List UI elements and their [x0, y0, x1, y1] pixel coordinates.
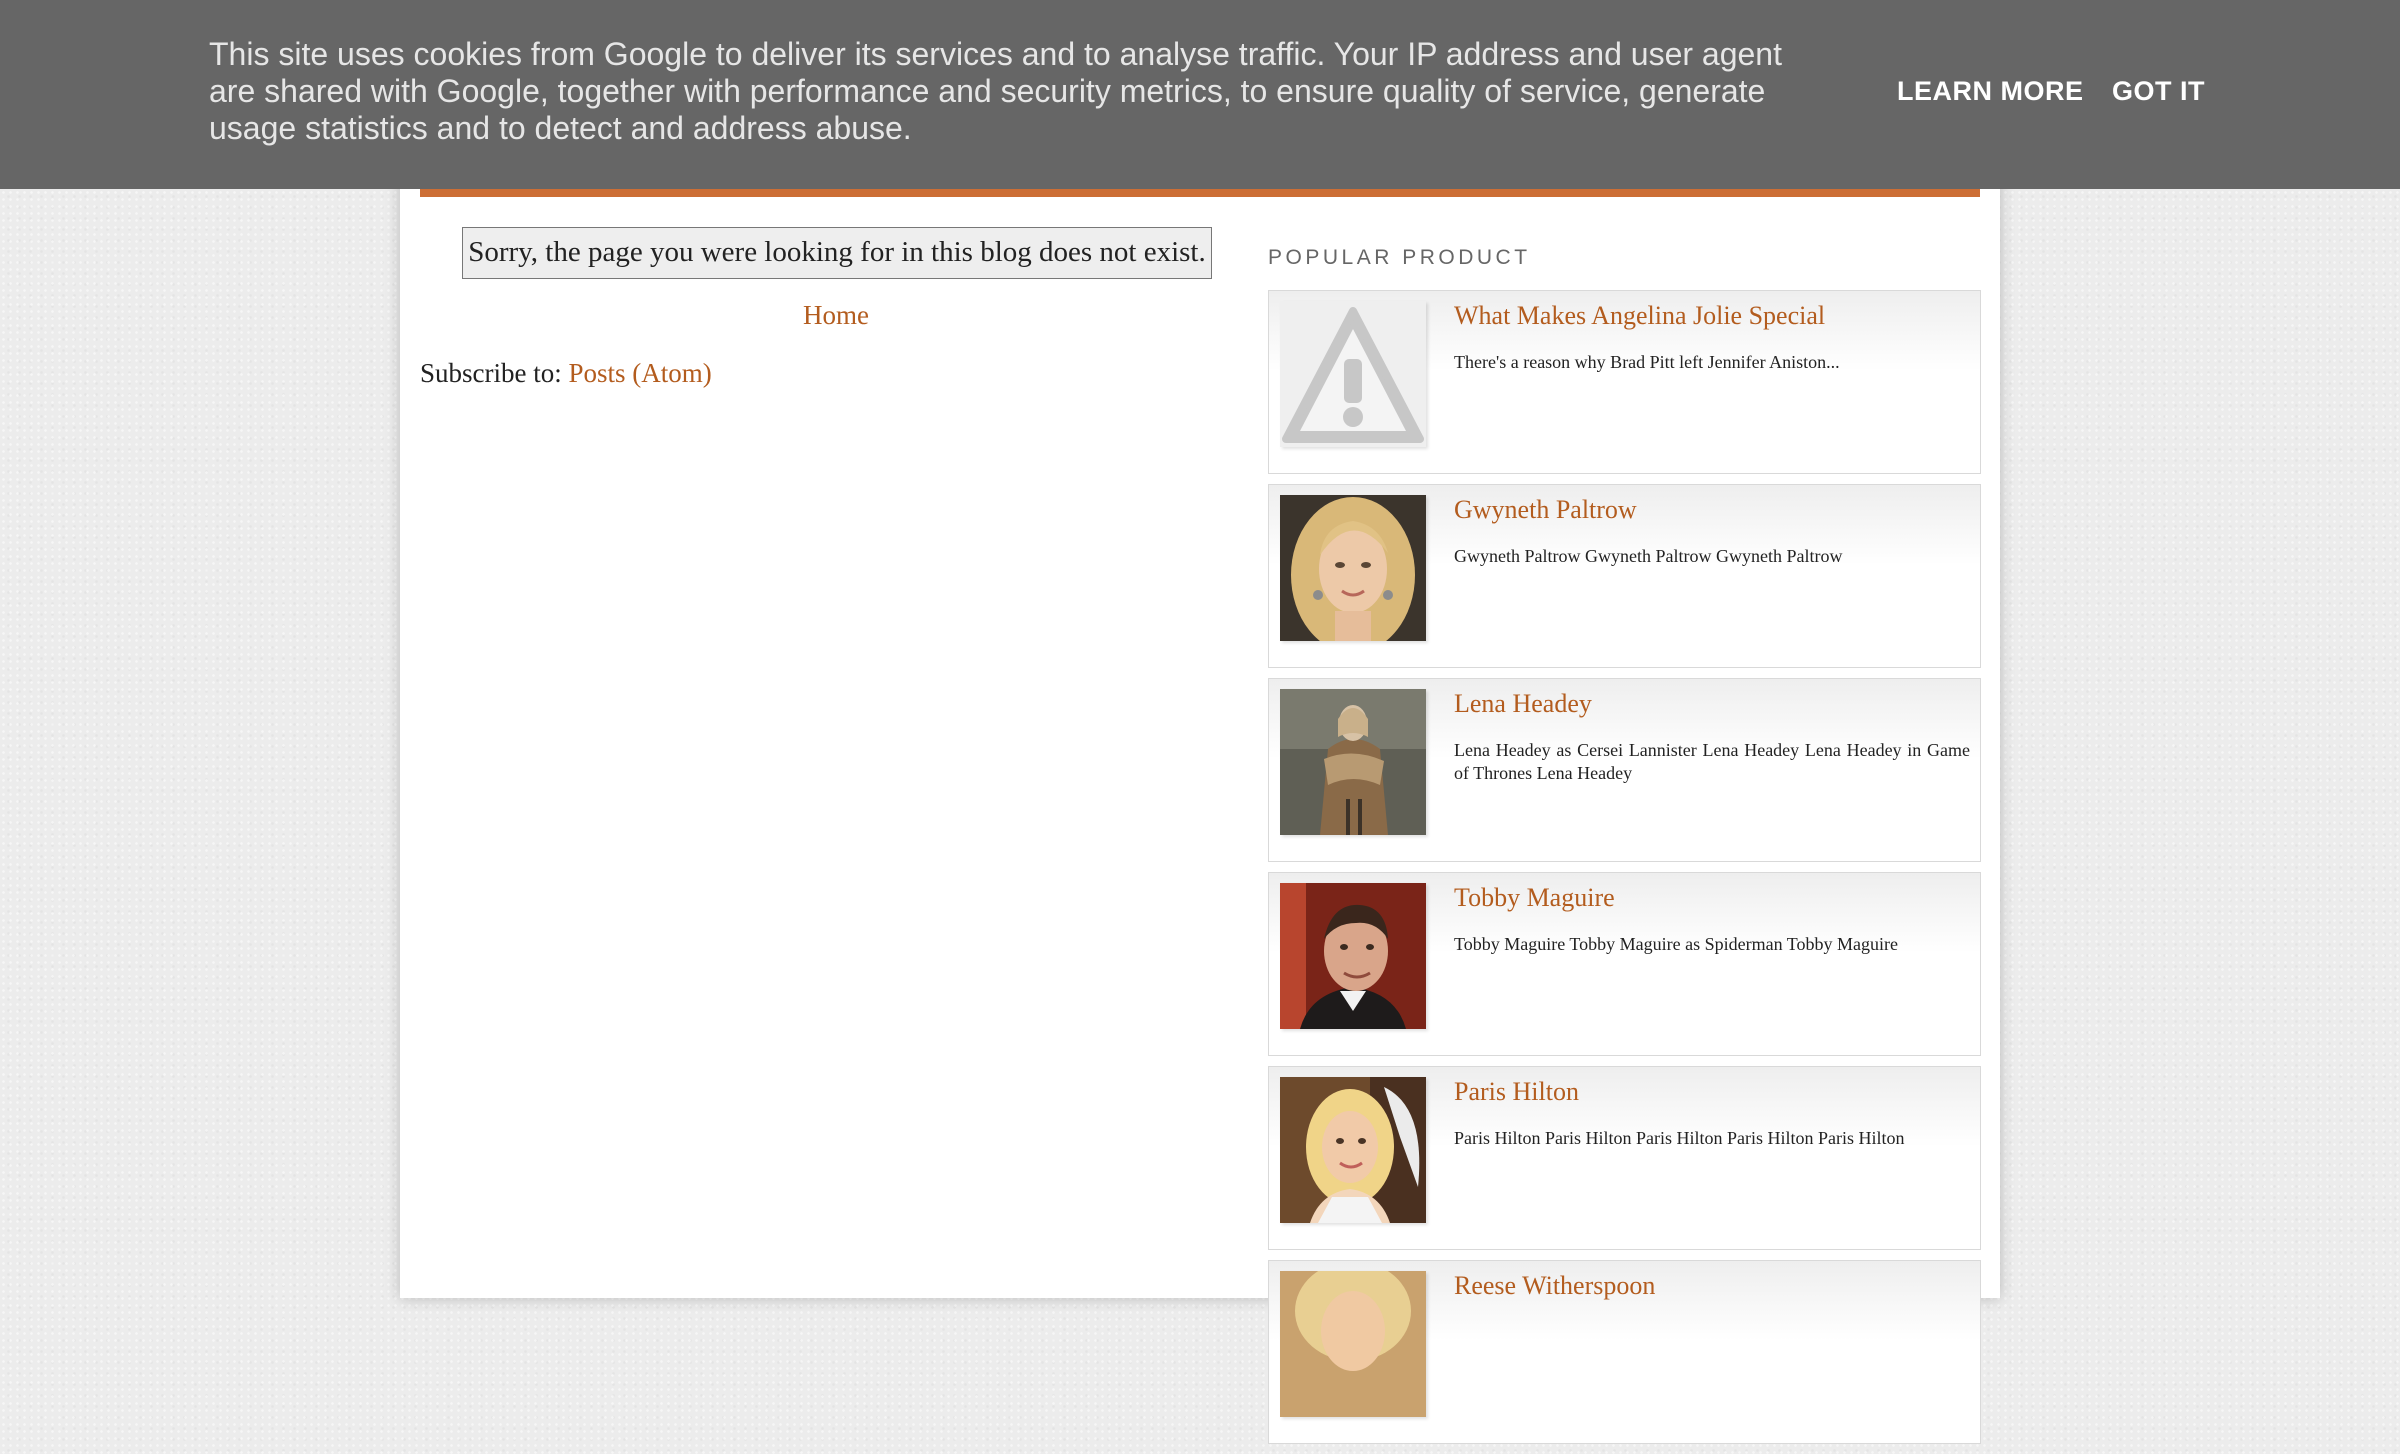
post-snippet: Lena Headey as Cersei Lannister Lena Hea… [1454, 740, 1970, 783]
popular-product-heading: POPULAR PRODUCT [1268, 246, 1531, 269]
popular-post-item[interactable]: Gwyneth Paltrow Gwyneth Paltrow Gwyneth … [1268, 484, 1981, 668]
cookie-consent-banner: This site uses cookies from Google to de… [0, 0, 2400, 189]
post-title-link[interactable]: Gwyneth Paltrow [1454, 495, 1637, 525]
post-thumbnail[interactable] [1280, 689, 1426, 835]
broken-image-warning-icon [1280, 301, 1426, 447]
popular-post-item[interactable]: What Makes Angelina Jolie Special There'… [1268, 290, 1981, 474]
post-snippet: There's a reason why Brad Pitt left Jenn… [1454, 352, 1840, 372]
cookie-notice-text: This site uses cookies from Google to de… [209, 36, 1782, 146]
post-title-link[interactable]: Lena Headey [1454, 689, 1592, 719]
popular-post-item[interactable]: Paris Hilton Paris Hilton Paris Hilton P… [1268, 1066, 1981, 1250]
popular-post-item[interactable]: Tobby Maguire Tobby Maguire Tobby Maguir… [1268, 872, 1981, 1056]
main-content-column: Sorry, the page you were looking for in … [400, 0, 2000, 1444]
popular-posts-list: What Makes Angelina Jolie Special There'… [1268, 290, 1981, 1454]
home-link[interactable]: Home [803, 300, 869, 331]
post-title-link[interactable]: What Makes Angelina Jolie Special [1454, 301, 1825, 331]
popular-post-item[interactable]: Lena Headey Lena Headey as Cersei Lannis… [1268, 678, 1981, 862]
subscribe-line: Subscribe to: Posts (Atom) [420, 358, 712, 389]
post-snippet: Gwyneth Paltrow Gwyneth Paltrow Gwyneth … [1454, 546, 1843, 566]
portrait-photo [1280, 1271, 1426, 1417]
post-thumbnail[interactable] [1280, 495, 1426, 641]
subscribe-label: Subscribe to: [420, 358, 569, 388]
post-thumbnail[interactable] [1280, 1271, 1426, 1417]
post-snippet: Paris Hilton Paris Hilton Paris Hilton P… [1454, 1128, 1905, 1148]
page-not-found-message: Sorry, the page you were looking for in … [462, 227, 1212, 279]
post-thumbnail[interactable] [1280, 1077, 1426, 1223]
posts-atom-feed-link[interactable]: Posts (Atom) [569, 358, 712, 388]
post-thumbnail[interactable] [1280, 301, 1426, 447]
portrait-photo [1280, 495, 1426, 641]
popular-post-item[interactable]: Reese Witherspoon [1268, 1260, 1981, 1444]
post-title-link[interactable]: Tobby Maguire [1454, 883, 1615, 913]
portrait-photo [1280, 1077, 1426, 1223]
post-title-link[interactable]: Paris Hilton [1454, 1077, 1579, 1107]
post-title-link[interactable]: Reese Witherspoon [1454, 1271, 1655, 1301]
portrait-photo [1280, 883, 1426, 1029]
portrait-photo [1280, 689, 1426, 835]
learn-more-button[interactable]: LEARN MORE [1897, 76, 2084, 107]
post-thumbnail[interactable] [1280, 883, 1426, 1029]
post-snippet: Tobby Maguire Tobby Maguire as Spiderman… [1454, 934, 1898, 954]
got-it-button[interactable]: GOT IT [2112, 76, 2205, 107]
